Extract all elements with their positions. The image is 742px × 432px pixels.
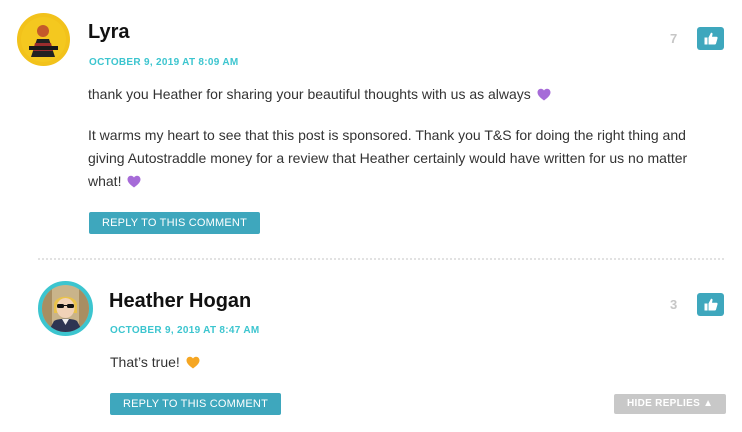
vote-count: 7 [670, 31, 678, 46]
comment-divider [38, 258, 724, 260]
heart-icon [537, 88, 551, 101]
comment-text: It warms my heart to see that this post … [88, 127, 688, 189]
comment-text: That’s true! [110, 354, 180, 370]
thumbs-up-icon [704, 32, 718, 45]
vote-count: 3 [670, 297, 678, 312]
comment-date[interactable]: OCTOBER 9, 2019 AT 8:09 AM [89, 57, 239, 68]
hide-replies-button[interactable]: HIDE REPLIES ▲ [614, 394, 727, 414]
comment-paragraph: It warms my heart to see that this post … [88, 124, 718, 193]
thumbs-up-icon [704, 298, 718, 311]
comment-paragraph: That’s true! [110, 351, 710, 374]
comment-paragraph: thank you Heather for sharing your beaut… [88, 83, 718, 106]
like-button[interactable] [697, 27, 724, 50]
avatar[interactable] [38, 281, 93, 336]
comment-date[interactable]: OCTOBER 9, 2019 AT 8:47 AM [110, 325, 260, 336]
comment-author[interactable]: Heather Hogan [109, 290, 251, 313]
reply-button[interactable]: REPLY TO THIS COMMENT [89, 212, 260, 234]
avatar-image [42, 285, 89, 332]
heart-icon [186, 356, 200, 369]
comment-author[interactable]: Lyra [88, 21, 130, 44]
heart-icon [127, 175, 141, 188]
reply-button[interactable]: REPLY TO THIS COMMENT [110, 393, 281, 415]
comment-text: thank you Heather for sharing your beaut… [88, 86, 531, 102]
avatar-image [21, 17, 66, 62]
like-button[interactable] [697, 293, 724, 316]
avatar[interactable] [17, 13, 70, 66]
